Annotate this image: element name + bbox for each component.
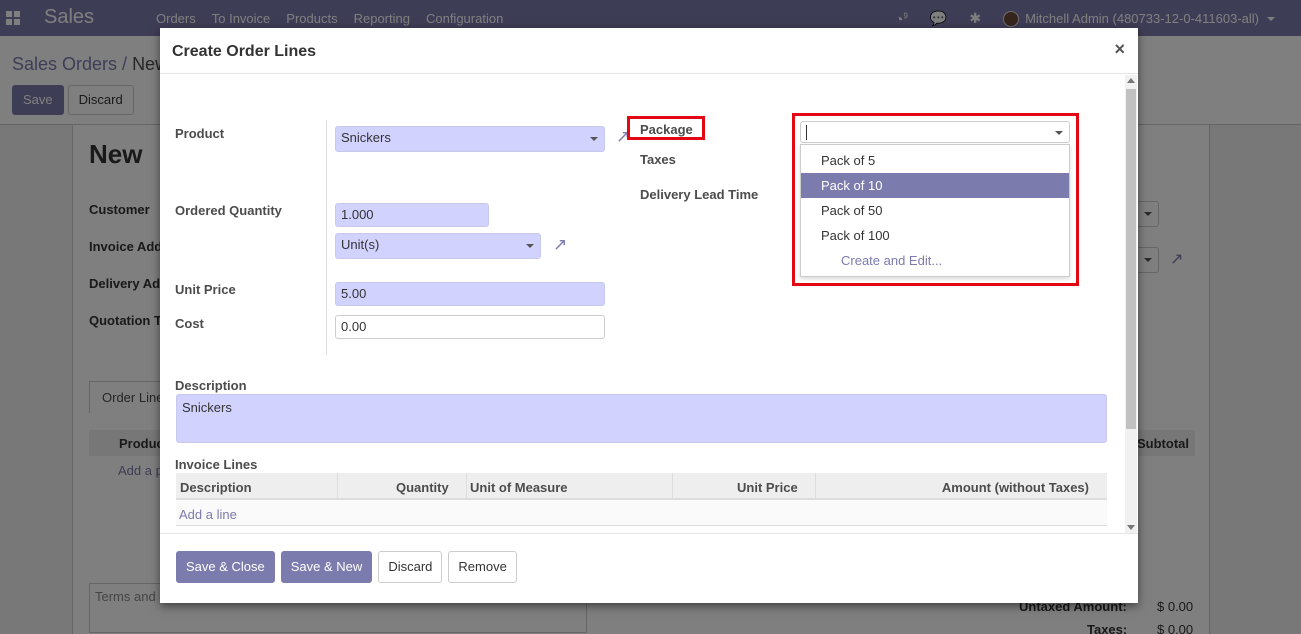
column-divider <box>466 473 467 500</box>
product-value: Snickers <box>341 130 391 145</box>
delivery-lead-time-label: Delivery Lead Time <box>640 187 759 202</box>
column-unit-of-measure[interactable]: Unit of Measure <box>470 480 568 495</box>
save-close-button[interactable]: Save & Close <box>176 551 275 583</box>
invoice-lines-table: Description Quantity Unit of Measure Uni… <box>176 473 1107 526</box>
unit-price-field[interactable]: 5.00 <box>335 282 605 306</box>
column-divider <box>337 473 338 500</box>
column-quantity[interactable]: Quantity <box>396 480 449 495</box>
chevron-down-icon <box>590 137 598 141</box>
table-row: Add a line <box>176 500 1107 526</box>
unit-price-label: Unit Price <box>175 282 236 297</box>
invoice-lines-label: Invoice Lines <box>175 457 258 472</box>
discard-button[interactable]: Discard <box>378 551 443 583</box>
column-amount[interactable]: Amount (without Taxes) <box>942 480 1089 495</box>
external-link-icon[interactable]: ↗ <box>553 236 567 253</box>
modal-body: Product Snickers ↗ Ordered Quantity 1.00… <box>160 75 1138 533</box>
column-divider <box>672 473 673 500</box>
description-field[interactable]: Snickers <box>176 394 1107 443</box>
modal-title: Create Order Lines <box>172 43 317 60</box>
uom-value: Unit(s) <box>341 237 380 252</box>
ordered-quantity-field[interactable]: 1.000 <box>335 203 489 227</box>
chevron-down-icon <box>526 244 534 248</box>
scrollbar-thumb[interactable] <box>1126 89 1136 429</box>
invoice-lines-header: Description Quantity Unit of Measure Uni… <box>176 473 1107 500</box>
taxes-label: Taxes <box>640 152 676 167</box>
create-order-lines-dialog: Create Order Lines × Product Snickers ↗ … <box>160 28 1138 603</box>
add-line-link[interactable]: Add a line <box>179 507 237 522</box>
save-new-button[interactable]: Save & New <box>280 551 373 583</box>
modal-header: Create Order Lines × <box>160 28 1138 74</box>
column-unit-price[interactable]: Unit Price <box>737 480 798 495</box>
product-field[interactable]: Snickers <box>335 126 605 152</box>
divider <box>326 120 327 355</box>
column-divider <box>815 473 816 500</box>
cost-field[interactable]: 0.00 <box>335 315 605 339</box>
modal-scrollbar[interactable] <box>1125 75 1137 533</box>
scroll-up-icon[interactable] <box>1127 78 1135 83</box>
ordered-quantity-label: Ordered Quantity <box>175 203 282 218</box>
remove-button[interactable]: Remove <box>448 551 517 583</box>
column-description[interactable]: Description <box>180 480 252 495</box>
scroll-down-icon[interactable] <box>1127 525 1135 530</box>
close-icon[interactable]: × <box>1114 39 1125 60</box>
product-label: Product <box>175 126 225 141</box>
cost-label: Cost <box>175 316 204 331</box>
package-dropdown-highlight <box>792 113 1079 286</box>
package-label-highlight <box>627 116 705 140</box>
uom-field[interactable]: Unit(s) <box>335 233 541 259</box>
description-label: Description <box>175 378 247 393</box>
modal-footer: Save & Close Save & New Discard Remove <box>160 533 1138 603</box>
